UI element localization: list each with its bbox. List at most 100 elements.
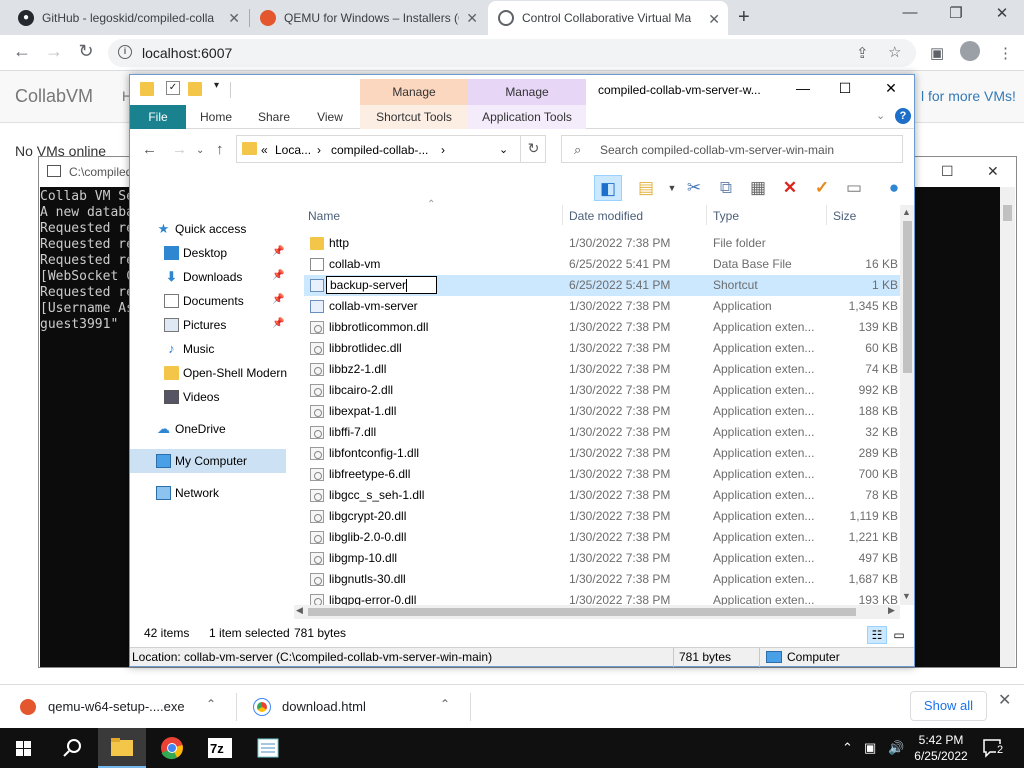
chevron-up-icon[interactable]: ⌃ — [440, 697, 450, 711]
nav-item-quick-access[interactable]: ★ Quick access — [130, 217, 290, 241]
file-row[interactable]: libgcc_s_seh-1.dll 1/30/2022 7:38 PM Appli… — [304, 485, 900, 506]
console-scrollbar[interactable] — [1000, 187, 1015, 667]
breadcrumb-current-folder[interactable]: compiled-collab-... — [331, 143, 428, 157]
manage-shortcut-tab[interactable]: Manage — [360, 79, 468, 105]
file-row[interactable]: libfreetype-6.dll 1/30/2022 7:38 PM Applic… — [304, 464, 900, 485]
chevron-up-icon[interactable]: ⌃ — [206, 697, 216, 711]
column-header-date[interactable]: Date modified — [569, 209, 643, 223]
file-row[interactable]: libgnutls-30.dll 1/30/2022 7:38 PM Applica… — [304, 569, 900, 590]
column-divider[interactable] — [706, 205, 707, 225]
copy-icon[interactable]: ⧉ — [712, 175, 740, 201]
maximize-icon[interactable]: ☐ — [941, 163, 954, 180]
file-row[interactable]: backup-server 6/25/2022 5:41 PM Shortcut 1 … — [304, 275, 900, 296]
file-row[interactable]: libgpg-error-0.dll 1/30/2022 7:38 PM Appli… — [304, 590, 900, 605]
back-arrow-icon[interactable]: ← — [10, 41, 34, 62]
side-panel-icon[interactable]: ▣ — [930, 44, 944, 62]
file-explorer-window[interactable]: ✓ ▾ Manage Manage compiled-collab-vm-ser… — [129, 74, 915, 667]
scroll-left-icon[interactable]: ◀ — [296, 605, 303, 616]
nav-item-network[interactable]: Network — [130, 481, 290, 505]
minimize-icon[interactable]: — — [788, 80, 818, 96]
close-tab-icon[interactable]: ✕ — [708, 11, 720, 28]
file-row[interactable]: libcairo-2.dll 1/30/2022 7:38 PM Applicati… — [304, 380, 900, 401]
tab-shortcut-tools[interactable]: Shortcut Tools — [360, 105, 468, 129]
confirm-icon[interactable]: ✓ — [808, 175, 836, 201]
file-row[interactable]: http 1/30/2022 7:38 PM File folder — [304, 233, 900, 254]
refresh-icon[interactable]: ↻ — [520, 135, 546, 163]
column-header-type[interactable]: Type — [713, 209, 739, 223]
back-arrow-icon[interactable]: ← — [142, 141, 157, 158]
show-hidden-icons-icon[interactable]: ⌃ — [842, 740, 853, 756]
tab-application-tools[interactable]: Application Tools — [468, 105, 586, 129]
column-divider[interactable] — [562, 205, 563, 225]
scrollbar-thumb[interactable] — [308, 608, 856, 616]
tab-view[interactable]: View — [308, 105, 352, 129]
search-button[interactable] — [48, 728, 96, 768]
file-list-vertical-scrollbar[interactable]: ▲ ▼ — [900, 205, 914, 605]
file-row[interactable]: libglib-2.0-0.dll 1/30/2022 7:38 PM Applic… — [304, 527, 900, 548]
manage-application-tab[interactable]: Manage — [468, 79, 586, 105]
recent-locations-icon[interactable]: ⌄ — [196, 145, 204, 156]
breadcrumb-separator[interactable]: › — [317, 143, 321, 157]
file-row[interactable]: libexpat-1.dll 1/30/2022 7:38 PM Applicati… — [304, 401, 900, 422]
site-info-icon[interactable]: i — [118, 45, 132, 59]
collabvm-brand[interactable]: CollabVM — [15, 86, 93, 107]
taskbar-file-explorer[interactable] — [98, 728, 146, 768]
file-row[interactable]: libfontconfig-1.dll 1/30/2022 7:38 PM Appl… — [304, 443, 900, 464]
more-vms-link[interactable]: l for more VMs! — [921, 88, 1016, 104]
taskbar-clock[interactable]: 5:42 PM 6/25/2022 — [910, 732, 972, 764]
tab-file[interactable]: File — [130, 105, 186, 129]
nav-item-documents[interactable]: Documents 📌 — [130, 289, 290, 313]
scroll-down-icon[interactable]: ▼ — [902, 591, 911, 601]
forward-arrow-icon[interactable]: → — [172, 141, 187, 158]
close-download-shelf-icon[interactable]: ✕ — [998, 690, 1011, 710]
search-input[interactable]: ⌕ Search compiled-collab-vm-server-win-m… — [561, 135, 903, 163]
delete-icon[interactable]: ✕ — [776, 175, 804, 201]
download-item-qemu[interactable]: qemu-w64-setup-....exe ⌃ — [0, 685, 236, 729]
forward-arrow-icon[interactable]: → — [42, 41, 66, 62]
scroll-right-icon[interactable]: ▶ — [888, 605, 895, 616]
folder-options-icon[interactable]: ▤ — [632, 175, 660, 201]
file-list-horizontal-scrollbar[interactable]: ◀ ▶ — [294, 605, 900, 619]
up-arrow-icon[interactable]: ↑ — [216, 141, 224, 158]
properties-icon[interactable]: ✓ — [166, 81, 180, 95]
browser-tab-github[interactable]: ● GitHub - legoskid/compiled-colla ✕ — [8, 0, 248, 35]
cut-icon[interactable]: ✂ — [680, 175, 708, 201]
tab-home[interactable]: Home — [192, 105, 240, 129]
close-tab-icon[interactable]: ✕ — [466, 10, 478, 27]
minimize-icon[interactable]: — — [887, 4, 933, 21]
column-header-name[interactable]: Name — [308, 209, 340, 223]
address-bar[interactable]: i localhost:6007 ⇪ ☆ — [108, 39, 916, 67]
explorer-address-bar[interactable]: « Loca... › compiled-collab-... › ⌄ — [236, 135, 546, 163]
close-icon[interactable]: ✕ — [987, 163, 999, 180]
file-row[interactable]: collab-vm-server 1/30/2022 7:38 PM Applica… — [304, 296, 900, 317]
column-header-size[interactable]: Size — [833, 209, 856, 223]
more-menu-icon[interactable]: ⋮ — [998, 44, 1013, 62]
nav-item-my-computer[interactable]: My Computer — [130, 449, 286, 473]
details-view-icon[interactable]: ☷ — [867, 626, 887, 644]
show-all-downloads-button[interactable]: Show all — [910, 691, 987, 721]
file-row[interactable]: libbz2-1.dll 1/30/2022 7:38 PM Application… — [304, 359, 900, 380]
rename-input[interactable]: backup-server — [326, 276, 437, 294]
taskbar-chrome[interactable] — [148, 728, 196, 768]
file-row[interactable]: libgcrypt-20.dll 1/30/2022 7:38 PM Applica… — [304, 506, 900, 527]
address-dropdown-icon[interactable]: ⌄ — [499, 143, 508, 156]
nav-item-onedrive[interactable]: ☁ OneDrive — [130, 417, 290, 441]
large-icons-view-icon[interactable]: ▭ — [889, 626, 909, 644]
bookmark-star-icon[interactable]: ☆ — [888, 43, 901, 61]
scroll-up-icon[interactable]: ▲ — [902, 207, 911, 217]
nav-item-downloads[interactable]: ⬇ Downloads 📌 — [130, 265, 290, 289]
nav-item-videos[interactable]: Videos — [130, 385, 290, 409]
breadcrumb-separator[interactable]: › — [441, 143, 445, 157]
nav-item-open-shell[interactable]: Open-Shell Modern — [130, 361, 290, 385]
url-text[interactable]: localhost:6007 — [142, 45, 232, 61]
nav-item-desktop[interactable]: Desktop 📌 — [130, 241, 290, 265]
close-tab-icon[interactable]: ✕ — [228, 10, 240, 27]
file-row[interactable]: libbrotlicommon.dll 1/30/2022 7:38 PM Appl… — [304, 317, 900, 338]
new-folder-icon[interactable] — [188, 82, 202, 96]
file-row[interactable]: libbrotlidec.dll 1/30/2022 7:38 PM Applica… — [304, 338, 900, 359]
paste-icon[interactable]: ▦ — [744, 175, 772, 201]
preview-pane-icon[interactable]: ◧ — [594, 175, 622, 201]
browser-tab-qemu[interactable]: QEMU for Windows – Installers (6 ✕ — [250, 0, 486, 35]
scrollbar-thumb[interactable] — [903, 221, 912, 373]
nav-item-pictures[interactable]: Pictures 📌 — [130, 313, 290, 337]
